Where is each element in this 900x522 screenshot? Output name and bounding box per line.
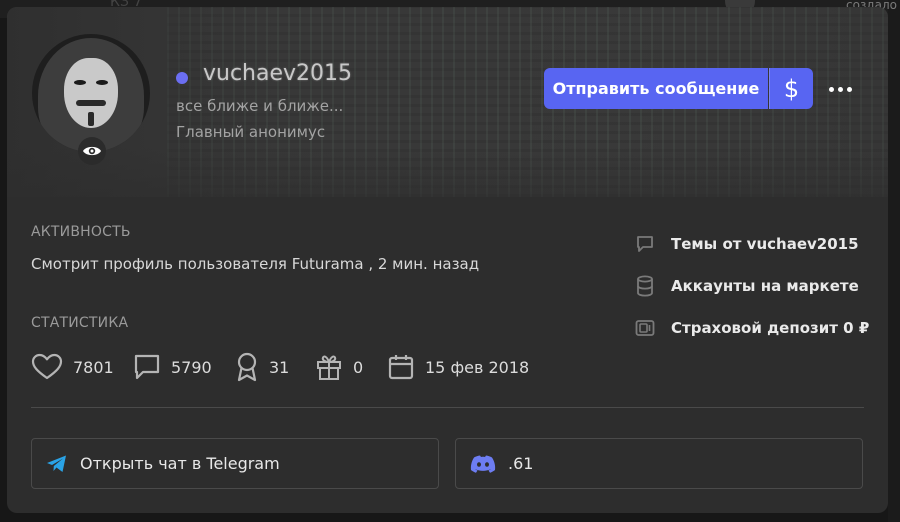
divider bbox=[31, 407, 864, 408]
telegram-icon bbox=[47, 455, 66, 472]
database-icon bbox=[637, 275, 653, 297]
activity-text: Смотрит профиль пользователя Futurama , … bbox=[31, 255, 480, 273]
user-status: все ближе и ближе... bbox=[176, 97, 344, 115]
more-dot bbox=[837, 86, 843, 92]
more-dot bbox=[846, 86, 852, 92]
calendar-icon bbox=[388, 355, 414, 380]
discord-username: .61 bbox=[508, 454, 534, 473]
market-accounts-link[interactable]: Аккаунты на маркете bbox=[635, 274, 859, 298]
user-title: Главный анонимус bbox=[176, 123, 326, 141]
deposit-icon bbox=[635, 320, 655, 336]
statistics-label: СТАТИСТИКА bbox=[31, 315, 129, 331]
eye-icon bbox=[83, 146, 101, 156]
avatar-mask bbox=[64, 58, 118, 128]
avatar-eye-right bbox=[96, 80, 108, 85]
stat-value: 31 bbox=[269, 357, 290, 377]
stat-trophies[interactable]: 31 bbox=[235, 352, 290, 382]
stat-value: 7801 bbox=[73, 357, 114, 377]
discord-icon bbox=[470, 455, 496, 473]
stat-value: 0 bbox=[353, 357, 364, 377]
visibility-badge[interactable] bbox=[78, 137, 106, 165]
avatar-eye-left bbox=[74, 80, 86, 85]
telegram-button-label: Открыть чат в Telegram bbox=[80, 454, 280, 473]
insurance-deposit-label: Страховой депозит 0 ₽ bbox=[671, 319, 870, 337]
gift-icon bbox=[317, 355, 341, 380]
user-topics-label: Темы от vuchaev2015 bbox=[671, 235, 859, 253]
stat-messages[interactable]: 5790 bbox=[133, 353, 212, 381]
topics-icon bbox=[637, 236, 653, 252]
stat-likes[interactable]: 7801 bbox=[31, 353, 114, 381]
send-message-button[interactable]: Отправить сообщение bbox=[544, 68, 768, 109]
user-topics-link[interactable]: Темы от vuchaev2015 bbox=[635, 232, 859, 256]
more-dot bbox=[828, 86, 834, 92]
stat-value: 15 фев 2018 bbox=[425, 357, 530, 377]
online-indicator bbox=[176, 72, 188, 84]
avatar-mustache bbox=[76, 100, 106, 106]
avatar[interactable] bbox=[32, 34, 150, 152]
stat-registration[interactable]: 15 фев 2018 bbox=[387, 353, 529, 381]
dollar-icon: $ bbox=[783, 74, 800, 103]
stat-gifts[interactable]: 0 bbox=[315, 353, 363, 381]
insurance-deposit-link[interactable]: Страховой депозит 0 ₽ bbox=[635, 316, 869, 340]
award-icon bbox=[237, 352, 257, 382]
background-right-strip bbox=[888, 0, 900, 522]
username[interactable]: vuchaev2015 bbox=[203, 61, 352, 86]
telegram-chat-button[interactable]: Открыть чат в Telegram bbox=[31, 438, 439, 489]
more-options-button[interactable] bbox=[827, 79, 853, 99]
stat-value: 5790 bbox=[171, 357, 212, 377]
profile-card: vuchaev2015 все ближе и ближе... Главный… bbox=[7, 7, 888, 513]
heart-icon bbox=[31, 353, 63, 380]
banner-fade bbox=[7, 147, 888, 197]
discord-button[interactable]: .61 bbox=[455, 438, 863, 489]
donate-button[interactable]: $ bbox=[769, 68, 813, 109]
avatar-beard bbox=[88, 112, 94, 126]
activity-label: АКТИВНОСТЬ bbox=[31, 224, 131, 240]
message-icon bbox=[134, 354, 160, 380]
market-accounts-label: Аккаунты на маркете bbox=[671, 277, 859, 295]
